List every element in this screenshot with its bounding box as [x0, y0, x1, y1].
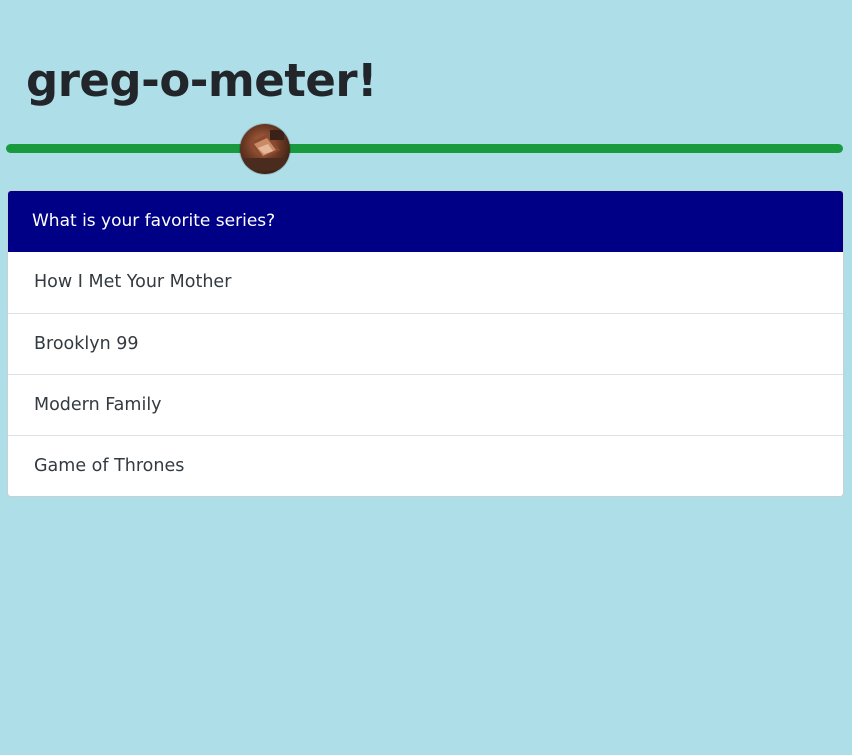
greg-avatar-icon	[240, 124, 291, 174]
greg-o-meter	[6, 124, 843, 174]
option-game-of-thrones[interactable]: Game of Thrones	[8, 435, 843, 496]
question-card: What is your favorite series? How I Met …	[7, 190, 844, 497]
question-prompt: What is your favorite series?	[8, 191, 843, 252]
option-brooklyn-99[interactable]: Brooklyn 99	[8, 313, 843, 374]
options-list: How I Met Your Mother Brooklyn 99 Modern…	[8, 252, 843, 496]
meter-track	[6, 144, 843, 153]
option-how-i-met-your-mother[interactable]: How I Met Your Mother	[8, 252, 843, 313]
option-modern-family[interactable]: Modern Family	[8, 374, 843, 435]
page-title: greg-o-meter!	[26, 54, 378, 107]
